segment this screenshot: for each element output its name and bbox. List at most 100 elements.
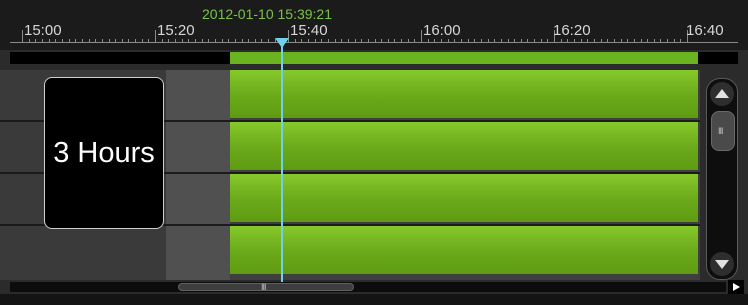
ruler-minor-tick <box>460 39 462 42</box>
vertical-scroll-thumb[interactable]: III <box>711 111 735 151</box>
ruler-minor-tick <box>607 39 609 42</box>
scroll-right-icon[interactable] <box>728 280 744 294</box>
ruler-minor-tick <box>527 39 529 42</box>
ruler-minor-tick <box>653 39 655 42</box>
ruler-minor-tick <box>95 39 97 42</box>
ruler-minor-tick <box>55 39 57 42</box>
ruler-minor-tick <box>540 39 542 42</box>
ruler-minor-tick <box>28 39 30 42</box>
ruler-minor-tick <box>447 39 449 42</box>
ruler-minor-tick <box>580 39 582 42</box>
ruler-minor-tick <box>175 39 176 42</box>
ruler-minor-tick <box>673 39 675 42</box>
horizontal-scrollbar[interactable]: III <box>10 282 726 292</box>
ruler-minor-tick <box>500 39 502 42</box>
ruler-minor-tick <box>68 39 70 42</box>
ruler-minor-tick <box>593 39 595 42</box>
ruler-minor-tick <box>407 39 409 42</box>
ruler-minor-tick <box>494 39 496 42</box>
ruler-minor-tick <box>534 39 536 42</box>
recording-segment[interactable] <box>230 174 698 222</box>
ruler-minor-tick <box>394 39 396 42</box>
ruler-minor-tick <box>613 39 615 42</box>
ruler-minor-tick <box>307 39 309 42</box>
horizontal-scroll-thumb[interactable]: III <box>178 282 354 292</box>
ruler-minor-tick <box>35 39 37 42</box>
ruler-minor-tick <box>214 39 216 42</box>
ruler-minor-tick <box>341 39 343 42</box>
recording-coverage-fill <box>230 52 698 64</box>
ruler-minor-tick <box>520 39 522 42</box>
ruler-minor-tick <box>301 39 303 42</box>
ruler-minor-tick <box>354 39 356 42</box>
ruler-minor-tick <box>241 39 243 42</box>
ruler-minor-tick <box>434 39 436 42</box>
ruler-minor-tick <box>334 39 336 42</box>
timeline-widget: 2012-01-10 15:39:21 15:00 15:20 15:40 16… <box>0 0 748 305</box>
ruler-minor-tick <box>467 39 469 42</box>
current-time-label: 2012-01-10 15:39:21 <box>202 6 332 22</box>
ruler-minor-tick <box>42 39 43 42</box>
ruler-minor-tick <box>228 39 230 42</box>
ruler-minor-tick <box>680 39 682 42</box>
zoom-level-label: 3 Hours <box>53 136 155 169</box>
ruler-minor-tick <box>647 39 649 42</box>
ruler-minor-tick <box>627 39 629 42</box>
ruler-label-1620: 16:20 <box>553 22 591 39</box>
ruler-minor-tick <box>161 39 163 42</box>
ruler-minor-tick <box>474 39 476 42</box>
ruler-minor-tick <box>321 39 323 42</box>
ruler-major-tick <box>22 30 23 42</box>
recording-segment[interactable] <box>230 70 698 118</box>
ruler-minor-tick <box>234 39 236 42</box>
ruler-minor-tick <box>327 39 329 42</box>
ruler-minor-tick <box>507 39 509 42</box>
zoom-level-button[interactable]: 3 Hours <box>44 77 164 229</box>
ruler-minor-tick <box>128 39 130 42</box>
track-row[interactable] <box>0 226 700 276</box>
ruler-label-1600: 16:00 <box>423 22 461 39</box>
ruler-minor-tick <box>427 39 429 42</box>
ruler-minor-tick <box>268 39 270 42</box>
ruler-minor-tick <box>48 39 50 42</box>
ruler-minor-tick <box>574 39 575 42</box>
scroll-down-icon[interactable] <box>710 252 734 276</box>
ruler-minor-tick <box>314 39 316 42</box>
grip-icon: III <box>261 282 266 292</box>
ruler-minor-tick <box>381 39 383 42</box>
playhead-line[interactable] <box>281 44 283 284</box>
ruler-minor-tick <box>88 39 90 42</box>
ruler-minor-tick <box>414 39 416 42</box>
ruler-major-tick <box>155 30 156 42</box>
recording-segment[interactable] <box>230 122 698 170</box>
ruler-minor-tick <box>221 39 223 42</box>
ruler-minor-tick <box>148 39 150 42</box>
ruler-minor-tick <box>347 39 349 42</box>
ruler-minor-tick <box>194 39 196 42</box>
scroll-up-icon[interactable] <box>710 82 734 106</box>
ruler-minor-tick <box>600 39 602 42</box>
ruler-minor-tick <box>547 39 549 42</box>
ruler-minor-tick <box>441 39 442 42</box>
recording-segment[interactable] <box>230 226 698 274</box>
ruler-minor-tick <box>567 39 569 42</box>
vertical-scrollbar[interactable]: III <box>706 78 738 280</box>
ruler-label-1500: 15:00 <box>24 22 62 39</box>
ruler-minor-tick <box>514 39 516 42</box>
ruler-minor-tick <box>367 39 369 42</box>
ruler-minor-tick <box>61 39 63 42</box>
ruler-minor-tick <box>361 39 363 42</box>
ruler-minor-tick <box>188 39 190 42</box>
grip-icon: III <box>718 126 723 136</box>
ruler-minor-tick <box>121 39 123 42</box>
recording-coverage-bar <box>10 52 738 64</box>
time-ruler[interactable]: 2012-01-10 15:39:21 15:00 15:20 15:40 16… <box>0 0 748 50</box>
ruler-minor-tick <box>620 39 622 42</box>
ruler-minor-tick <box>454 39 456 42</box>
ruler-minor-tick <box>75 39 77 42</box>
ruler-label-1640: 16:40 <box>686 22 724 39</box>
ruler-minor-tick <box>660 39 662 42</box>
ruler-minor-tick <box>168 39 170 42</box>
ruler-label-1540: 15:40 <box>290 22 328 39</box>
ruler-baseline <box>10 42 738 43</box>
